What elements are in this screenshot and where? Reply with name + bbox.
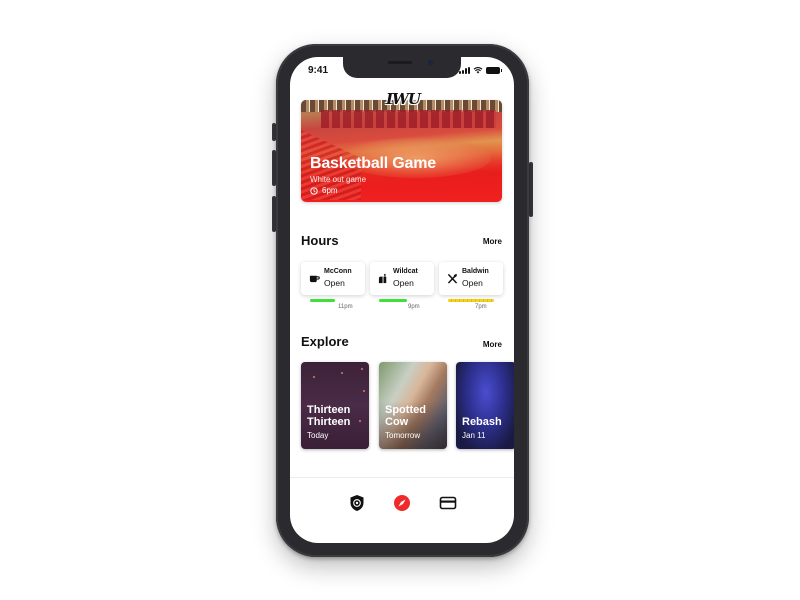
- hero-image-stands: [321, 110, 496, 128]
- status-time: 9:41: [308, 65, 329, 76]
- stage: 9:41 Basketball Game White out game 6pm …: [0, 0, 800, 600]
- explore-card-date: Today: [307, 431, 329, 440]
- hours-progress-bar: [448, 299, 494, 302]
- tab-explore[interactable]: [393, 494, 411, 512]
- explore-card-title: Spotted Cow: [385, 404, 426, 428]
- tab-card[interactable]: [439, 494, 457, 512]
- explore-more-link[interactable]: More: [483, 340, 502, 349]
- explore-card-title: Rebash: [462, 416, 502, 428]
- explore-card-date: Tomorrow: [385, 431, 421, 440]
- tab-bar: [290, 489, 514, 519]
- hours-card-baldwin[interactable]: Baldwin Open: [439, 262, 503, 295]
- explore-title: Explore: [301, 334, 349, 349]
- tab-safety[interactable]: [348, 494, 366, 512]
- hours-more-link[interactable]: More: [483, 237, 502, 246]
- hours-close-time: 7pm: [475, 304, 487, 310]
- clock-icon: [310, 186, 318, 195]
- battery-icon: [486, 67, 502, 74]
- event-hero-card[interactable]: Basketball Game White out game 6pm: [301, 100, 502, 202]
- front-camera: [428, 60, 433, 65]
- hours-progress-bar: [310, 299, 335, 302]
- food-tray-icon: [378, 273, 387, 284]
- coffee-cup-icon: [309, 275, 320, 283]
- event-subtitle: White out game: [310, 175, 367, 184]
- status-icons: [459, 66, 502, 74]
- speaker: [388, 61, 412, 64]
- university-logo: IWU: [386, 90, 421, 108]
- hours-close-time: 9pm: [408, 304, 420, 310]
- event-time: 6pm: [310, 186, 338, 195]
- hours-status: Open: [324, 278, 345, 288]
- notch: [343, 57, 461, 78]
- explore-card-date: Jan 11: [462, 431, 486, 440]
- explore-card-rebash[interactable]: Rebash Jan 11: [456, 362, 514, 449]
- hours-location-name: Wildcat: [393, 268, 418, 275]
- explore-card-spotted-cow[interactable]: Spotted Cow Tomorrow: [379, 362, 447, 449]
- fork-knife-icon: [448, 274, 457, 284]
- shield-target-icon: [350, 495, 364, 511]
- explore-card-thirteen-thirteen[interactable]: Thirteen Thirteen Today: [301, 362, 369, 449]
- power-button: [529, 162, 533, 217]
- tab-bar-divider: [290, 477, 514, 478]
- hours-progress-bar: [379, 299, 407, 302]
- hours-close-time: 11pm: [338, 304, 353, 310]
- compass-icon: [394, 495, 410, 511]
- explore-card-title: Thirteen Thirteen: [307, 404, 351, 428]
- hours-location-name: McConn: [324, 268, 352, 275]
- explore-list: Thirteen Thirteen Today Spotted Cow Tomo…: [301, 362, 514, 450]
- hours-card-wildcat[interactable]: Wildcat Open: [370, 262, 434, 295]
- cellular-signal-icon: [459, 67, 470, 74]
- event-title: Basketball Game: [310, 155, 436, 172]
- phone-screen: 9:41 Basketball Game White out game 6pm …: [290, 57, 514, 543]
- event-time-text: 6pm: [322, 186, 338, 195]
- credit-card-icon: [439, 496, 457, 510]
- hours-card-mcconn[interactable]: McConn Open: [301, 262, 365, 295]
- wifi-icon: [473, 67, 483, 74]
- hours-status: Open: [462, 278, 483, 288]
- hours-location-name: Baldwin: [462, 268, 489, 275]
- hours-status: Open: [393, 278, 414, 288]
- hours-title: Hours: [301, 233, 339, 248]
- hours-list: McConn Open 11pm Wildcat Open 9pm Baldwi…: [301, 262, 514, 314]
